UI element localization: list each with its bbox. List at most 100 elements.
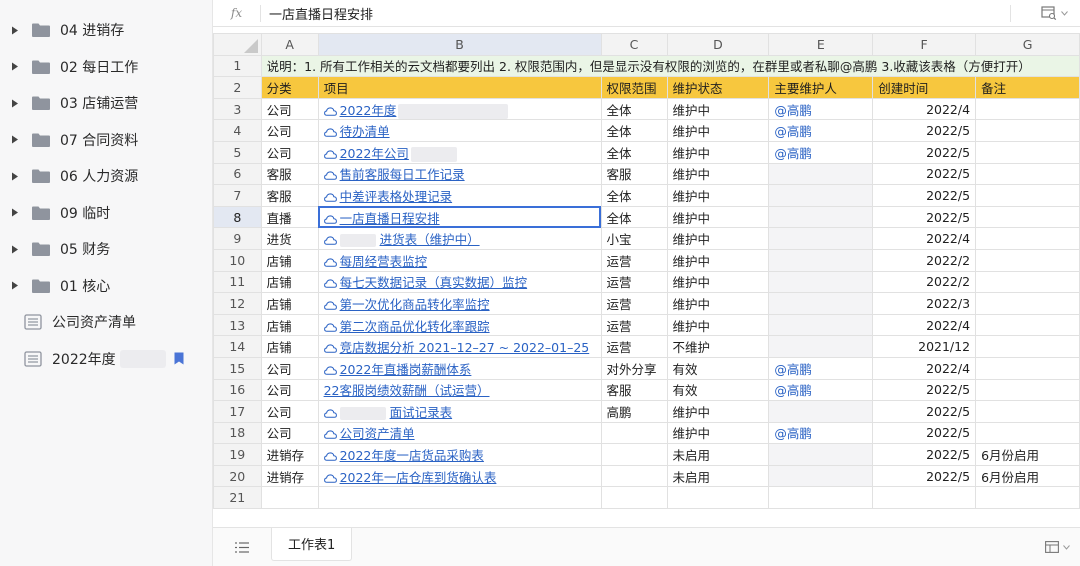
maintainer-cell[interactable]: [768, 292, 874, 315]
project-cell[interactable]: 2022年公司: [317, 140, 602, 164]
project-cell[interactable]: 22客服岗绩效薪酬（试运营）: [317, 378, 602, 402]
status-cell[interactable]: 维护中: [666, 270, 770, 294]
chevron-down-icon[interactable]: [1063, 544, 1070, 550]
category-cell[interactable]: 公司: [260, 97, 319, 121]
permission-cell[interactable]: 运营: [600, 335, 668, 358]
row-header[interactable]: 6: [213, 162, 262, 186]
created-date-cell[interactable]: 2021/12: [872, 335, 977, 358]
sidebar-folder[interactable]: 03 店铺运营: [0, 85, 212, 122]
table-header-cell[interactable]: 主要维护人: [768, 76, 874, 99]
category-cell[interactable]: 店铺: [260, 335, 319, 358]
sheet-list-button[interactable]: [213, 541, 271, 553]
project-cell[interactable]: 中差评表格处理记录: [317, 184, 602, 207]
doc-link[interactable]: 面试记录表: [323, 405, 452, 420]
created-date-cell[interactable]: 2022/5: [872, 119, 977, 142]
category-cell[interactable]: 公司: [260, 140, 319, 164]
permission-cell[interactable]: 客服: [600, 378, 668, 402]
column-header[interactable]: A: [260, 33, 319, 56]
maintainer-cell[interactable]: [768, 335, 874, 358]
column-header[interactable]: B: [317, 33, 602, 56]
doc-link[interactable]: 每周经营表监控: [323, 254, 427, 269]
remark-cell[interactable]: [975, 140, 1080, 164]
permission-cell[interactable]: 对外分享: [600, 356, 668, 380]
maintainer-cell[interactable]: [768, 205, 874, 229]
status-cell[interactable]: 维护中: [666, 162, 770, 186]
sidebar-doc[interactable]: 公司资产清单: [0, 304, 212, 341]
sidebar-folder[interactable]: 07 合同资料: [0, 122, 212, 159]
row-header[interactable]: 13: [213, 313, 262, 337]
doc-link[interactable]: 第二次商品优化转化率跟踪: [323, 319, 490, 334]
maintainer-cell[interactable]: @高鹏: [768, 140, 874, 164]
row-header[interactable]: 2: [213, 76, 262, 99]
status-cell[interactable]: 维护中: [666, 119, 770, 142]
column-header[interactable]: E: [768, 33, 874, 56]
maintainer-cell[interactable]: @高鹏: [768, 421, 874, 445]
doc-link[interactable]: 22客服岗绩效薪酬（试运营）: [324, 383, 490, 398]
permission-cell[interactable]: 小宝: [600, 227, 668, 250]
empty-cell[interactable]: [666, 486, 770, 510]
status-cell[interactable]: 维护中: [666, 421, 770, 445]
table-header-cell[interactable]: 维护状态: [666, 76, 770, 99]
sheet-tab[interactable]: 工作表1: [271, 527, 353, 561]
status-cell[interactable]: 维护中: [666, 205, 770, 229]
category-cell[interactable]: 店铺: [260, 292, 319, 315]
doc-link[interactable]: 每七天数据记录（真实数据）监控: [323, 275, 527, 290]
doc-link[interactable]: 2022年公司: [323, 146, 457, 162]
remark-cell[interactable]: [975, 184, 1080, 207]
project-cell[interactable]: 进货表（维护中）: [317, 227, 602, 250]
column-header[interactable]: C: [600, 33, 668, 56]
maintainer-cell[interactable]: [768, 227, 874, 250]
created-date-cell[interactable]: 2022/4: [872, 227, 977, 250]
created-date-cell[interactable]: 2022/4: [872, 313, 977, 337]
row-header[interactable]: 18: [213, 421, 262, 445]
created-date-cell[interactable]: 2022/5: [872, 421, 977, 445]
category-cell[interactable]: 公司: [260, 400, 319, 423]
maintainer-cell[interactable]: [768, 162, 874, 186]
permission-cell[interactable]: 全体: [600, 119, 668, 142]
category-cell[interactable]: 公司: [260, 421, 319, 445]
expand-arrow-icon[interactable]: [8, 206, 22, 220]
project-cell[interactable]: 面试记录表: [317, 400, 602, 423]
permission-cell[interactable]: 全体: [600, 184, 668, 207]
created-date-cell[interactable]: 2022/5: [872, 400, 977, 423]
remark-cell[interactable]: [975, 313, 1080, 337]
column-header[interactable]: F: [872, 33, 977, 56]
project-cell[interactable]: 售前客服每日工作记录: [317, 162, 602, 186]
created-date-cell[interactable]: 2022/5: [872, 205, 977, 229]
category-cell[interactable]: 直播: [260, 205, 319, 229]
status-cell[interactable]: 维护中: [666, 248, 770, 272]
empty-cell[interactable]: [600, 486, 668, 510]
permission-cell[interactable]: 全体: [600, 97, 668, 121]
maintainer-cell[interactable]: [768, 270, 874, 294]
project-cell[interactable]: 竞店数据分析 2021–12–27 ~ 2022–01–25: [317, 335, 602, 358]
permission-cell[interactable]: 高鹏: [600, 400, 668, 423]
sidebar-doc[interactable]: 2022年度: [0, 341, 212, 378]
doc-link[interactable]: 2022年直播岗薪酬体系: [323, 362, 471, 377]
row-header[interactable]: 9: [213, 227, 262, 250]
cell-view-icon[interactable]: [1041, 6, 1057, 20]
doc-link[interactable]: 2022年度: [323, 103, 509, 119]
remark-cell[interactable]: [975, 205, 1080, 229]
bookmark-icon[interactable]: [174, 352, 184, 365]
formula-bar-options[interactable]: [1010, 4, 1080, 22]
status-cell[interactable]: 不维护: [666, 335, 770, 358]
category-cell[interactable]: 店铺: [260, 248, 319, 272]
row-header[interactable]: 21: [213, 486, 262, 510]
created-date-cell[interactable]: 2022/5: [872, 140, 977, 164]
permission-cell[interactable]: [600, 421, 668, 445]
doc-link[interactable]: 中差评表格处理记录: [323, 189, 452, 204]
expand-arrow-icon[interactable]: [8, 242, 22, 256]
created-date-cell[interactable]: 2022/3: [872, 292, 977, 315]
permission-cell[interactable]: 全体: [600, 140, 668, 164]
maintainer-cell[interactable]: @高鹏: [768, 119, 874, 142]
row-header[interactable]: 20: [213, 464, 262, 488]
table-header-cell[interactable]: 备注: [975, 76, 1080, 99]
permission-cell[interactable]: 全体: [600, 205, 668, 229]
remark-cell[interactable]: [975, 162, 1080, 186]
remark-cell[interactable]: [975, 248, 1080, 272]
empty-cell[interactable]: [768, 486, 874, 510]
expand-arrow-icon[interactable]: [8, 23, 22, 37]
project-cell[interactable]: 待办清单: [317, 119, 602, 142]
doc-link[interactable]: 待办清单: [323, 124, 390, 139]
status-cell[interactable]: 有效: [666, 356, 770, 380]
